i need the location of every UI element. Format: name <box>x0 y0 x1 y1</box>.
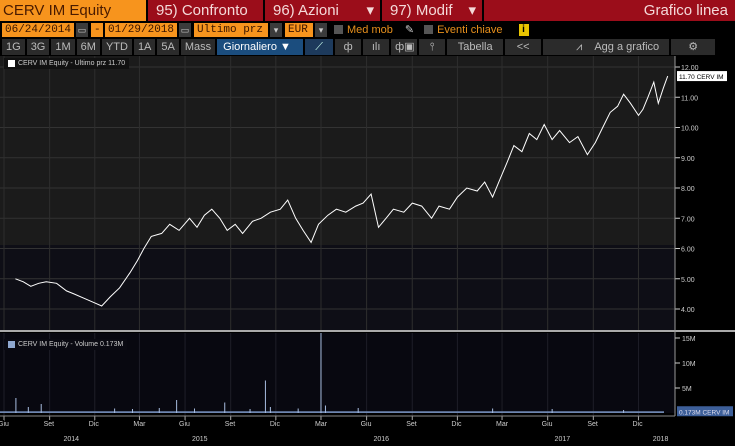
year-label: 2018 <box>653 436 669 443</box>
ticker-field[interactable]: CERV IM Equity <box>0 0 146 21</box>
chevron-down-icon[interactable]: ▾ <box>315 22 327 37</box>
annotation-icon[interactable]: ф▣ <box>391 38 418 55</box>
header-bar: CERV IM Equity 95) Confronto 96) Azioni ▾… <box>0 0 735 21</box>
moving-avg-label: Med mob <box>347 23 393 36</box>
field-select[interactable]: Ultimo prz <box>194 22 268 37</box>
calendar-icon[interactable]: ▭ <box>179 22 191 37</box>
price-tick-label: 11.00 <box>681 95 698 102</box>
month-label: Giu <box>0 421 9 428</box>
year-label: 2015 <box>192 436 208 443</box>
year-label: 2017 <box>555 436 571 443</box>
info-icon[interactable]: i <box>518 23 529 36</box>
volume-legend[interactable]: CERV IM Equity - Volume 0.173M <box>4 339 128 350</box>
month-label: Giu <box>179 421 190 428</box>
chart-area[interactable]: 4.00 5.00 6.00 7.00 8.00 9.00 10.00 11.00 12.00 1… <box>0 56 735 446</box>
price-panel-bg-lower <box>0 245 675 330</box>
toolbar: 1G 3G 1M 6M YTD 1A 5A Mass Giornaliero ▼… <box>0 38 735 55</box>
period-1m[interactable]: 1M <box>51 38 75 55</box>
add-chart-icon: ⩘ <box>576 40 583 53</box>
month-label: Set <box>587 421 598 428</box>
chart-type-title: Grafico linea <box>484 0 735 21</box>
price-tick-label: 7.00 <box>681 216 695 223</box>
price-tick-label: 10.00 <box>681 126 699 133</box>
edit-button[interactable]: 97) Modif ▾ <box>382 0 482 21</box>
chevron-down-icon: ▾ <box>468 2 476 19</box>
legend-swatch <box>8 341 15 348</box>
date-dash: - <box>91 22 103 37</box>
key-events-label: Eventi chiave <box>437 23 503 36</box>
frequency-select[interactable]: Giornaliero ▼ <box>217 38 304 55</box>
controls-bar: 06/24/2014 ▭ - 01/29/2018 ▭ Ultimo prz ▾… <box>0 21 735 38</box>
month-label: Dic <box>632 421 643 428</box>
period-max[interactable]: Mass <box>180 38 216 55</box>
candle-icon[interactable]: ф <box>335 38 362 55</box>
month-label: Set <box>44 421 55 428</box>
period-6m[interactable]: 6M <box>76 38 100 55</box>
period-3g[interactable]: 3G <box>26 38 50 55</box>
year-label: 2014 <box>63 436 79 443</box>
moving-avg-checkbox[interactable] <box>334 25 343 34</box>
add-to-chart-label: Agg a grafico <box>594 40 660 53</box>
collapse-button[interactable]: << <box>505 38 542 55</box>
chevron-down-icon: ▾ <box>366 2 374 19</box>
last-price-label: 11.70 CERV IM <box>679 74 724 81</box>
month-label: Giu <box>542 421 553 428</box>
volume-tick-label: 15M <box>682 336 696 343</box>
actions-button[interactable]: 96) Azioni ▾ <box>265 0 380 21</box>
period-5a[interactable]: 5A <box>157 38 179 55</box>
price-tick-label: 12.00 <box>681 65 699 72</box>
period-ytd[interactable]: YTD <box>101 38 132 55</box>
crosshair-icon[interactable]: ⫯ <box>419 38 446 55</box>
volume-tick-label: 10M <box>682 361 696 368</box>
edit-label: 97) Modif <box>390 2 453 19</box>
month-label: Dic <box>270 421 281 428</box>
month-label: Dic <box>89 421 100 428</box>
start-date-input[interactable]: 06/24/2014 <box>2 22 74 37</box>
last-volume-label: 0.173M CERV IM <box>679 409 729 416</box>
legend-swatch <box>8 60 15 67</box>
table-button[interactable]: Tabella <box>447 38 504 55</box>
price-tick-label: 6.00 <box>681 247 695 254</box>
price-panel-bg <box>0 56 675 245</box>
settings-button[interactable]: ⚙ <box>671 38 716 55</box>
end-date-input[interactable]: 01/29/2018 <box>105 22 177 37</box>
month-label: Mar <box>315 421 328 428</box>
month-label: Dic <box>451 421 462 428</box>
month-label: Set <box>225 421 236 428</box>
price-tick-label: 4.00 <box>681 307 695 314</box>
price-tick-label: 5.00 <box>681 277 695 284</box>
chevron-down-icon[interactable]: ▾ <box>270 22 282 37</box>
calendar-icon[interactable]: ▭ <box>76 22 88 37</box>
compare-button[interactable]: 95) Confronto <box>148 0 263 21</box>
month-label: Mar <box>133 421 146 428</box>
line-chart-icon[interactable]: ⟋ <box>305 38 334 55</box>
key-events-checkbox[interactable] <box>424 25 434 34</box>
year-label: 2016 <box>374 436 390 443</box>
bar-chart-icon[interactable]: ılı <box>363 38 390 55</box>
volume-tick-label: 5M <box>682 386 692 393</box>
volume-base-bars <box>0 411 664 413</box>
month-label: Mar <box>496 421 509 428</box>
add-to-chart-button[interactable]: ⩘ Agg a grafico <box>543 38 670 55</box>
currency-select[interactable]: EUR <box>285 22 313 37</box>
month-label: Giu <box>361 421 372 428</box>
period-1a[interactable]: 1A <box>133 38 156 55</box>
month-label: Set <box>406 421 417 428</box>
price-tick-label: 8.00 <box>681 186 695 193</box>
actions-label: 96) Azioni <box>273 2 339 19</box>
price-legend-label: CERV IM Equity - Ultimo prz 11.70 <box>18 60 126 67</box>
volume-legend-label: CERV IM Equity - Volume 0.173M <box>18 341 124 348</box>
period-1g[interactable]: 1G <box>2 38 25 55</box>
price-tick-label: 9.00 <box>681 156 695 163</box>
pencil-icon[interactable]: ✎ <box>405 23 414 36</box>
price-legend[interactable]: CERV IM Equity - Ultimo prz 11.70 <box>4 58 130 69</box>
